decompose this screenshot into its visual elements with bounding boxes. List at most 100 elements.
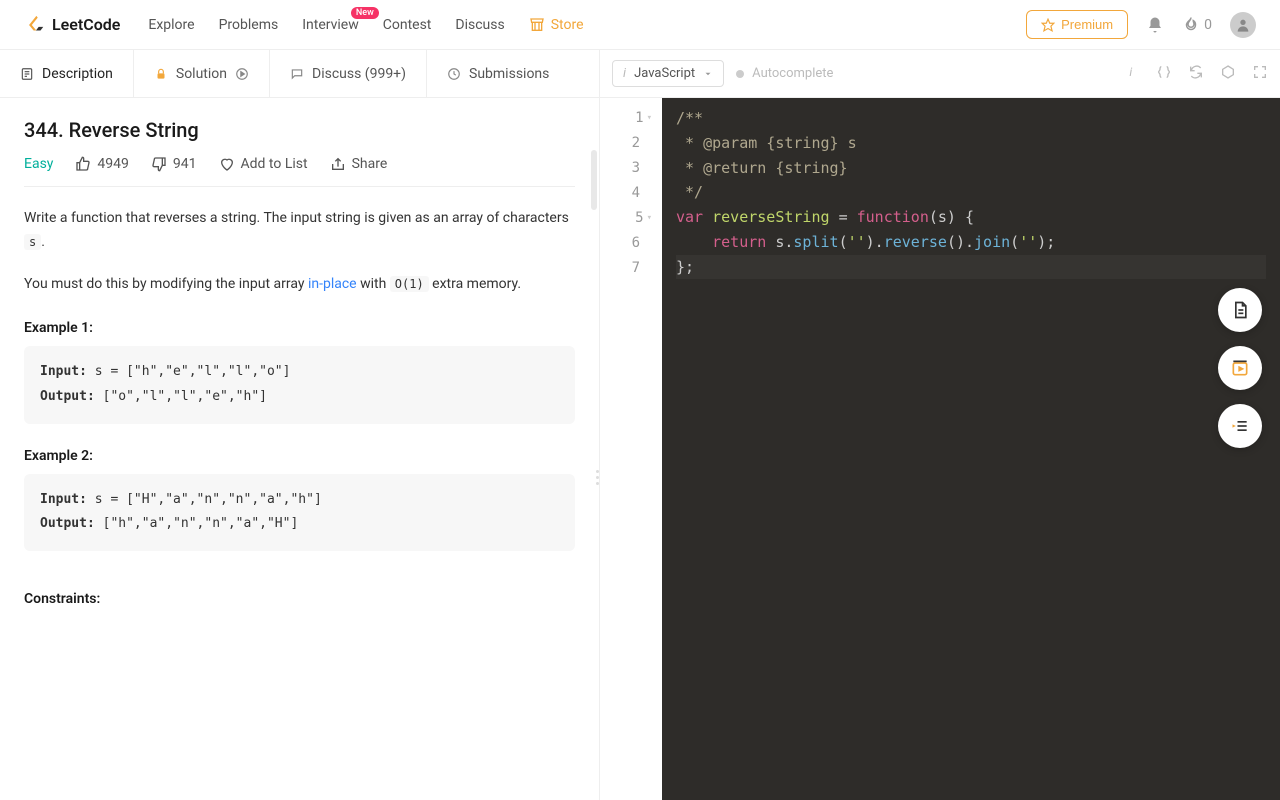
star-icon [1041, 18, 1055, 32]
upvote-count: 4949 [97, 156, 128, 172]
nav-problems[interactable]: Problems [219, 17, 279, 33]
premium-button[interactable]: Premium [1026, 10, 1128, 39]
thumbs-down-icon [151, 156, 167, 172]
downvote-button[interactable]: 941 [151, 156, 197, 172]
notifications-button[interactable] [1146, 16, 1164, 34]
description-p2: You must do this by modifying the input … [24, 273, 575, 297]
editor-panel: i JavaScript Autocomplete i 1▾ 2 3 4 [600, 50, 1280, 800]
nav-store[interactable]: Store [529, 17, 584, 33]
fold-icon[interactable]: ▾ [647, 211, 652, 226]
code-area[interactable]: /** * @param {string} s * @return {strin… [662, 98, 1280, 800]
code-editor[interactable]: 1▾ 2 3 4 5▾ 6 7 /** * @param {string} s … [600, 98, 1280, 800]
reset-button[interactable] [1188, 64, 1204, 84]
fold-icon[interactable]: ▾ [647, 111, 652, 126]
main-split: Description Solution Discuss (999+) Subm… [0, 50, 1280, 800]
premium-label: Premium [1061, 17, 1113, 32]
store-icon [529, 17, 545, 33]
nav-interview-label: Interview [302, 17, 359, 33]
info-icon: i [1124, 64, 1140, 80]
share-button[interactable]: Share [330, 156, 388, 172]
new-badge: New [351, 7, 379, 19]
add-to-list-button[interactable]: Add to List [219, 156, 308, 172]
problem-content: 344. Reverse String Easy 4949 941 Add to… [0, 98, 599, 800]
nav-contest[interactable]: Contest [383, 17, 432, 33]
difficulty-badge: Easy [24, 156, 53, 172]
example-2-block: Input: s = ["H","a","n","n","a","h"] Out… [24, 474, 575, 551]
autocomplete-toggle[interactable]: Autocomplete [736, 66, 833, 81]
nav-explore[interactable]: Explore [148, 17, 194, 33]
description-icon [20, 67, 34, 81]
example-2-heading: Example 2: [24, 448, 575, 464]
tab-description[interactable]: Description [0, 50, 134, 97]
streak-button[interactable]: 0 [1182, 16, 1212, 34]
logo[interactable]: LeetCode [24, 14, 120, 36]
fullscreen-button[interactable] [1252, 64, 1268, 84]
settings-button[interactable] [1220, 64, 1236, 84]
share-label: Share [352, 156, 388, 172]
user-avatar[interactable] [1230, 12, 1256, 38]
downvote-count: 941 [173, 156, 197, 172]
user-icon [1235, 17, 1251, 33]
svg-text:i: i [1129, 65, 1132, 79]
clock-icon [447, 67, 461, 81]
line-gutter: 1▾ 2 3 4 5▾ 6 7 [600, 98, 662, 800]
example-1-heading: Example 1: [24, 320, 575, 336]
app-header: LeetCode Explore Problems Interview New … [0, 0, 1280, 50]
editor-toolbar: i JavaScript Autocomplete i [600, 50, 1280, 98]
nav-store-label: Store [551, 17, 584, 33]
tab-submissions-label: Submissions [469, 66, 549, 82]
hints-float-button[interactable] [1218, 404, 1262, 448]
problem-title: 344. Reverse String [24, 118, 575, 142]
description-p1: Write a function that reverses a string.… [24, 207, 575, 255]
heart-icon [219, 156, 235, 172]
upvote-button[interactable]: 4949 [75, 156, 128, 172]
scroll-thumb[interactable] [591, 150, 597, 210]
bell-icon [1146, 16, 1164, 34]
autocomplete-label: Autocomplete [752, 66, 833, 81]
tab-solution[interactable]: Solution [134, 50, 270, 97]
lock-icon [154, 67, 168, 81]
info-button[interactable]: i [1124, 64, 1140, 84]
header-right: Premium 0 [1026, 10, 1256, 39]
language-select[interactable]: i JavaScript [612, 60, 724, 87]
tab-discuss-label: Discuss (999+) [312, 66, 406, 82]
editor-toolbar-right: i [1124, 64, 1268, 84]
tab-description-label: Description [42, 66, 113, 82]
list-icon [1230, 416, 1250, 436]
notes-float-button[interactable] [1218, 288, 1262, 332]
reset-icon [1188, 64, 1204, 80]
tab-discuss[interactable]: Discuss (999+) [270, 50, 427, 97]
fire-icon [1182, 16, 1200, 34]
video-float-button[interactable] [1218, 346, 1262, 390]
constraints-heading: Constraints: [24, 591, 575, 607]
problem-tabs: Description Solution Discuss (999+) Subm… [0, 50, 599, 98]
example-1-block: Input: s = ["h","e","l","l","o"] Output:… [24, 346, 575, 423]
chevron-down-icon [703, 69, 713, 79]
in-place-link[interactable]: in-place [308, 276, 357, 292]
leetcode-icon [24, 14, 46, 36]
problem-panel: Description Solution Discuss (999+) Subm… [0, 50, 600, 800]
split-handle[interactable] [596, 470, 599, 485]
nav-discuss[interactable]: Discuss [455, 17, 504, 33]
tab-solution-label: Solution [176, 66, 227, 82]
play-circle-icon [235, 67, 249, 81]
brackets-icon [1156, 64, 1172, 80]
nav-interview[interactable]: Interview New [302, 17, 359, 33]
add-to-list-label: Add to List [241, 156, 308, 172]
hexagon-icon [1220, 64, 1236, 80]
info-i-icon: i [623, 66, 626, 81]
tab-submissions[interactable]: Submissions [427, 50, 569, 97]
language-label: JavaScript [634, 66, 695, 81]
main-nav: Explore Problems Interview New Contest D… [148, 17, 583, 33]
discuss-icon [290, 67, 304, 81]
share-icon [330, 156, 346, 172]
fullscreen-icon [1252, 64, 1268, 80]
video-icon [1230, 358, 1250, 378]
problem-meta: Easy 4949 941 Add to List Share [24, 156, 575, 187]
document-icon [1230, 300, 1250, 320]
status-dot-icon [736, 70, 744, 78]
float-buttons [1218, 288, 1262, 448]
brackets-button[interactable] [1156, 64, 1172, 84]
brand-name: LeetCode [52, 15, 120, 34]
streak-count: 0 [1204, 17, 1212, 33]
